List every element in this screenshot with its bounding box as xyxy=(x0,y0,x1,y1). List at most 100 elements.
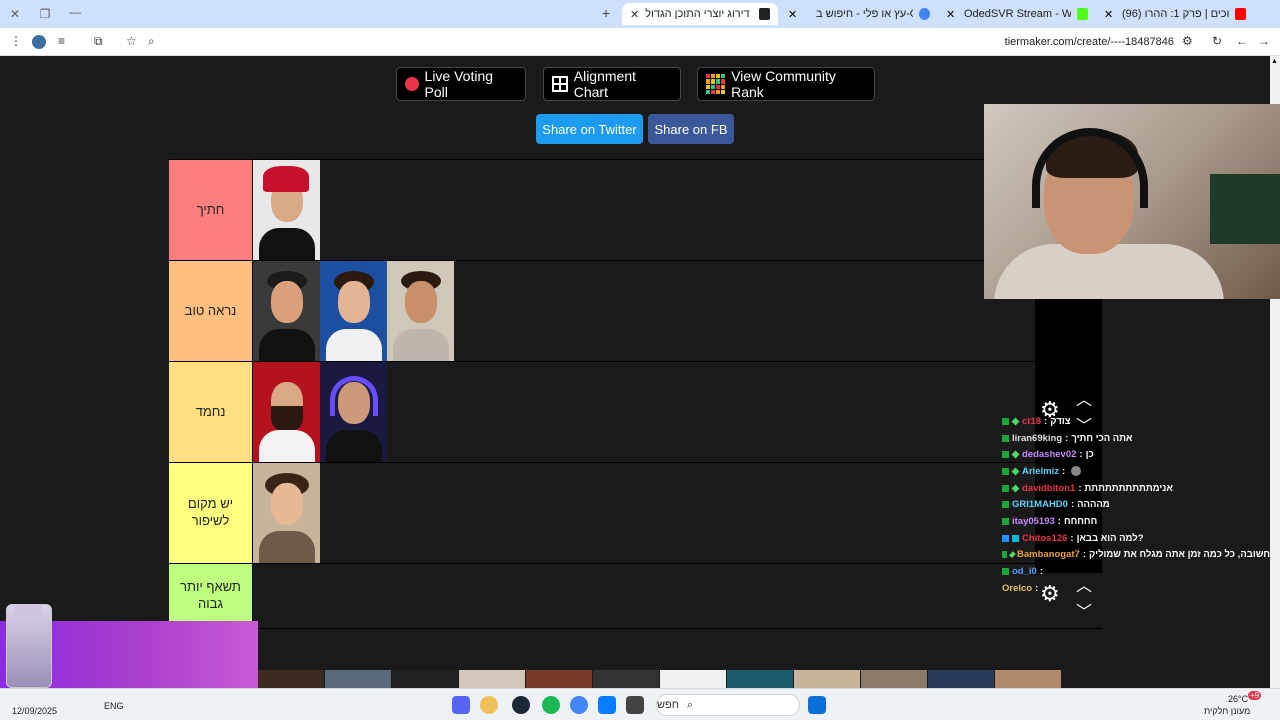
tab-youtube[interactable]: (96) סודה מבוכים | פרק 1: ההרו xyxy=(1114,3,1254,25)
pool-item[interactable] xyxy=(727,670,793,688)
chat-username: ct18 xyxy=(1022,415,1042,427)
chevron-up-icon[interactable]: ︿ xyxy=(1074,386,1094,410)
chevron-down-icon[interactable]: ﹀ xyxy=(1074,598,1094,622)
back-icon[interactable]: → xyxy=(1258,34,1270,48)
pool-item[interactable] xyxy=(660,670,726,688)
close-tab-icon[interactable]: ✕ xyxy=(788,8,797,21)
close-tab-icon[interactable]: ✕ xyxy=(1104,8,1113,21)
minimize-window-icon[interactable]: — xyxy=(60,5,90,19)
alignment-chart-button[interactable]: Alignment Chart xyxy=(543,67,681,101)
live-voting-poll-button[interactable]: Live Voting Poll xyxy=(396,67,526,101)
tier-label[interactable]: נחמד xyxy=(169,362,253,462)
tier-label[interactable]: תשאף יותר גבוה xyxy=(169,564,253,628)
tier-row: תשאף יותר גבוה xyxy=(169,563,1102,629)
tab-google[interactable]: עץ או פלי - חיפוש ב-Google xyxy=(808,3,938,25)
chat-separator: : xyxy=(1039,566,1043,578)
chat-text: אתה הכי חתיך xyxy=(1071,432,1133,444)
share-twitter-button[interactable]: Share on Twitter xyxy=(536,114,643,144)
discord-icon[interactable] xyxy=(452,696,470,714)
language-indicator[interactable]: ENG xyxy=(104,701,124,711)
url-field[interactable]: tiermaker.com/create/----18487846 xyxy=(1005,36,1174,48)
badge-icon xyxy=(1002,434,1009,442)
badge-icon xyxy=(1002,551,1007,559)
chrome-icon[interactable] xyxy=(570,696,588,714)
extensions-icon[interactable]: ⧉ xyxy=(94,34,103,49)
pool-item[interactable] xyxy=(995,670,1061,688)
tier-item[interactable] xyxy=(387,261,454,361)
tier-item[interactable] xyxy=(253,463,320,563)
chat-username: liran69king xyxy=(1012,432,1063,444)
tier-row: נראה טוב xyxy=(169,260,1102,361)
new-tab-icon[interactable]: + xyxy=(602,5,610,21)
tier-row: נחמד xyxy=(169,361,1102,462)
weather-temp[interactable]: 26°C xyxy=(1228,694,1248,704)
tab-title: (96) סודה מבוכים | פרק 1: ההרו xyxy=(1122,8,1229,20)
notification-badge[interactable]: +9 xyxy=(1248,691,1262,700)
beard-image xyxy=(271,406,303,432)
taskbar-search-input[interactable]: ⌕ חפש xyxy=(656,694,800,716)
button-label: Live Voting Poll xyxy=(424,68,494,100)
tier-item[interactable] xyxy=(253,261,320,361)
share-fb-button[interactable]: Share on FB xyxy=(648,114,734,144)
body-image xyxy=(259,329,315,361)
scroll-up-icon[interactable]: ▲ xyxy=(1271,58,1278,65)
chat-separator: : xyxy=(1070,499,1075,511)
weather-desc[interactable]: מעונן חלקית xyxy=(1204,706,1250,716)
zoom-icon[interactable]: ⌕ xyxy=(148,34,155,49)
youtube-favicon-icon xyxy=(1234,8,1246,20)
tier-items[interactable] xyxy=(253,463,1102,563)
tier-item[interactable] xyxy=(253,160,320,260)
tier-label[interactable]: חתיך xyxy=(169,160,253,260)
reload-icon[interactable]: ↻ xyxy=(1212,34,1222,48)
tier-label[interactable]: נראה טוב xyxy=(169,261,253,361)
pool-item[interactable] xyxy=(794,670,860,688)
close-window-icon[interactable]: ✕ xyxy=(0,7,30,21)
tab-title: עץ או פלי - חיפוש ב-Google xyxy=(816,8,913,20)
steam-icon[interactable] xyxy=(512,696,530,714)
site-settings-icon[interactable]: ⚙ xyxy=(1182,34,1193,48)
pool-item[interactable] xyxy=(928,670,994,688)
chat-text: צודק xyxy=(1050,415,1071,427)
tier-item[interactable] xyxy=(253,362,320,462)
community-rank-icon xyxy=(706,74,726,94)
tier-item[interactable] xyxy=(320,362,387,462)
chat-message: davidbiton1: אנימתתתתתתתתתת xyxy=(1002,480,1270,497)
reading-list-icon[interactable]: ≡ xyxy=(58,34,65,48)
restore-window-icon[interactable]: ❐ xyxy=(30,7,60,21)
tab-kick[interactable]: OdedSVR Stream - Watch Live xyxy=(956,3,1096,25)
bookmark-star-icon[interactable]: ☆ xyxy=(126,34,137,48)
view-community-rank-button[interactable]: View Community Rank xyxy=(697,67,875,101)
badge-app-icon[interactable] xyxy=(480,696,498,714)
tier-items[interactable] xyxy=(253,362,1102,462)
tier-items[interactable] xyxy=(253,160,1102,260)
menu-icon[interactable]: ⋮ xyxy=(10,34,22,48)
spotify-icon[interactable] xyxy=(542,696,560,714)
close-tab-icon[interactable]: ✕ xyxy=(630,8,639,21)
chat-text: חחחחח xyxy=(1063,515,1098,527)
tier-label[interactable]: יש מקום לשיפור xyxy=(169,463,253,563)
close-tab-icon[interactable]: ✕ xyxy=(946,8,955,21)
pool-item[interactable] xyxy=(593,670,659,688)
tier-item[interactable] xyxy=(320,261,387,361)
streamer-webcam xyxy=(984,104,1280,299)
file-explorer-icon[interactable] xyxy=(626,696,644,714)
tier-items[interactable] xyxy=(253,564,1102,628)
button-label: Alignment Chart xyxy=(573,68,637,100)
pool-item[interactable] xyxy=(258,670,324,688)
pool-item[interactable] xyxy=(526,670,592,688)
pool-item[interactable] xyxy=(325,670,391,688)
live-dot-icon xyxy=(405,77,419,91)
meta-icon[interactable] xyxy=(598,696,616,714)
forward-icon[interactable]: ← xyxy=(1236,34,1248,48)
pool-item[interactable] xyxy=(861,670,927,688)
profile-icon[interactable] xyxy=(32,35,46,49)
chat-username: GRI1MAHD0 xyxy=(1012,499,1068,511)
chat-text: חשובה, כל כמה זמן אתה מגלח את שמוליק xyxy=(1089,549,1270,561)
unranked-items-pool[interactable] xyxy=(258,670,1102,688)
tier-items[interactable] xyxy=(253,261,1102,361)
chat-message: liran69king: אתה הכי חתיך xyxy=(1002,430,1270,447)
windows-start-icon[interactable] xyxy=(808,696,826,714)
pool-item[interactable] xyxy=(459,670,525,688)
pool-item[interactable] xyxy=(392,670,458,688)
tab-tiermaker[interactable]: ✕ דירוג יוצרי התוכן הגדול a Create xyxy=(622,3,778,25)
